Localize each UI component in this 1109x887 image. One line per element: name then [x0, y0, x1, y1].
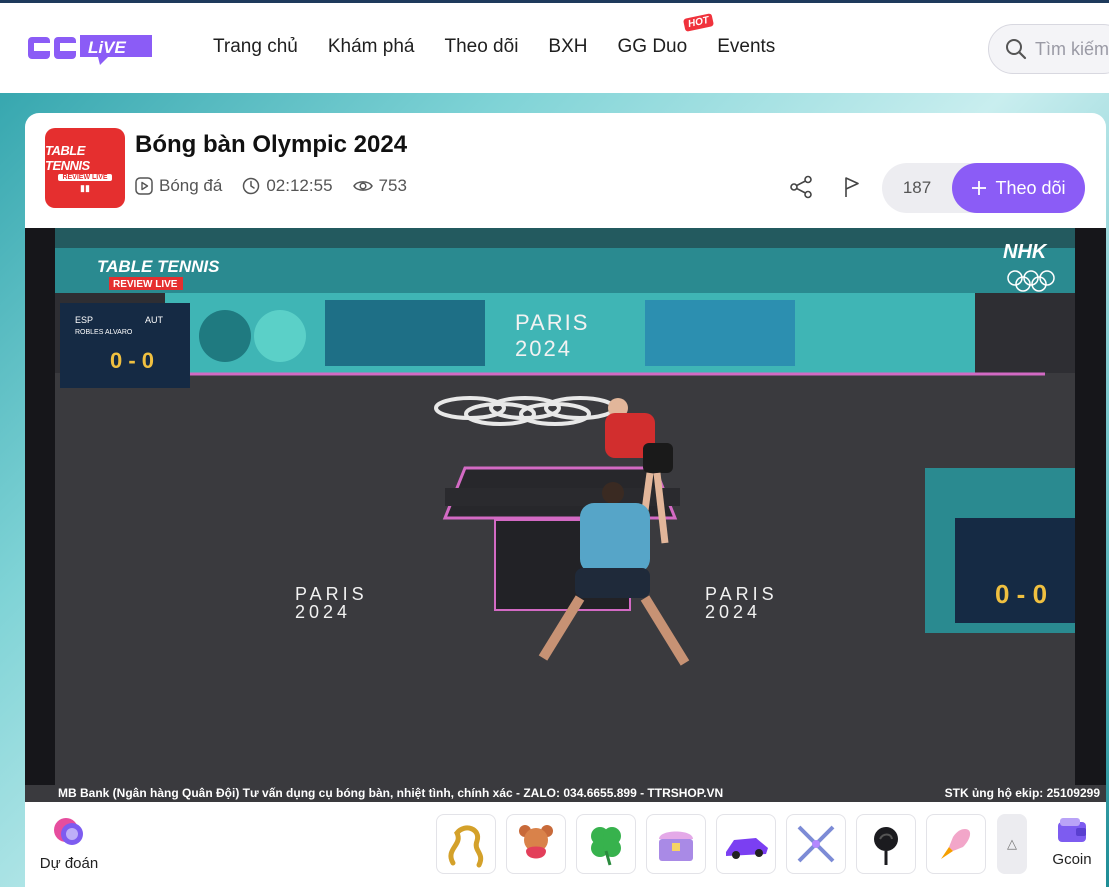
gift-sports-car[interactable] — [716, 814, 776, 874]
gcoin-label: Gcoin — [1052, 851, 1092, 868]
overlay-logo-sub: REVIEW LIVE — [113, 279, 178, 290]
channel-avatar[interactable]: TABLE TENNIS REVIEW LIVE ▮▮ — [45, 128, 125, 208]
rocket-icon — [941, 829, 971, 859]
main-nav: Trang chủ Khám phá Theo dõi BXH GG Duo H… — [213, 13, 775, 58]
black-rose-icon — [874, 827, 898, 865]
report-flag-icon[interactable] — [839, 174, 865, 200]
gglive-logo[interactable]: LiVE — [28, 31, 154, 67]
gift-dragon[interactable] — [436, 814, 496, 874]
ticker-right: STK ủng hộ ekip: 25109299 — [944, 786, 1100, 800]
stream-meta: Bóng đá 02:12:55 753 — [135, 176, 407, 196]
search-input[interactable] — [1035, 38, 1109, 60]
live-bars-icon: ▮▮ — [80, 182, 90, 193]
viewers-item: 753 — [352, 176, 407, 196]
ticker-left: MB Bank (Ngân hàng Quân Đội) Tư vấn dụng… — [58, 786, 724, 800]
follow-label: Theo dõi — [995, 177, 1066, 198]
nav-gg-duo[interactable]: GG Duo HOT — [617, 13, 714, 58]
channel-avatar-line1: TABLE TENNIS — [45, 142, 90, 173]
wallet-icon — [1058, 818, 1086, 842]
venue-text-banner: PARIS — [515, 310, 589, 335]
share-icon[interactable] — [788, 174, 814, 200]
venue-text-floor-left: PARIS — [295, 584, 368, 604]
nav-following[interactable]: Theo dõi — [444, 36, 518, 58]
nav-home[interactable]: Trang chủ — [213, 36, 298, 58]
crossed-swords-icon — [797, 825, 835, 863]
gift-clover[interactable] — [576, 814, 636, 874]
gift-list — [436, 814, 986, 874]
sports-car-icon — [726, 838, 768, 859]
nav-gg-duo-label: GG Duo — [617, 36, 688, 57]
category-label: Bóng đá — [159, 176, 223, 195]
play-square-icon — [135, 177, 153, 195]
teddy-bear-icon — [519, 825, 553, 859]
overlay-logo: TABLE TENNIS — [97, 257, 220, 276]
stream-title: Bóng bàn Olympic 2024 — [135, 131, 408, 158]
score-right-games: 0 - 0 — [995, 579, 1047, 609]
stream-panel: TABLE TENNIS REVIEW LIVE ▮▮ Bóng bàn Oly… — [25, 113, 1106, 887]
score-left-player: ROBLES ALVARO — [75, 329, 133, 336]
channel-avatar-line2: REVIEW LIVE — [58, 173, 112, 181]
broadcaster-logo: NHK — [1003, 241, 1048, 263]
duration-value: 02:12:55 — [266, 176, 333, 195]
category-item[interactable]: Bóng đá — [135, 176, 222, 196]
gift-crossed-swords[interactable] — [786, 814, 846, 874]
bottom-action-bar: Dự đoán △ Gcoin — [25, 802, 1106, 887]
hot-badge: HOT — [682, 13, 714, 32]
prediction-chip-icon — [54, 818, 83, 845]
venue-year-floor-left: 2024 — [295, 602, 351, 622]
follower-count: 187 — [902, 178, 932, 197]
sponsor-ticker: MB Bank (Ngân hàng Quân Đội) Tư vấn dụng… — [25, 785, 1106, 802]
more-gifts-button[interactable]: △ — [997, 814, 1027, 874]
predict-button[interactable]: Dự đoán — [37, 816, 101, 872]
venue-text-floor-right: PARIS — [705, 584, 778, 604]
gift-treasure-chest[interactable] — [646, 814, 706, 874]
clover-icon — [591, 827, 621, 866]
predict-label: Dự đoán — [39, 855, 99, 872]
nav-events[interactable]: Events — [717, 36, 775, 58]
follow-button[interactable]: Theo dõi — [952, 163, 1085, 213]
score-left-team: ESP — [75, 315, 93, 325]
venue-year-banner: 2024 — [515, 336, 572, 361]
venue-year-floor-right: 2024 — [705, 602, 761, 622]
duration-item: 02:12:55 — [242, 176, 333, 196]
site-header: LiVE Trang chủ Khám phá Theo dõi BXH GG … — [0, 3, 1109, 93]
svg-text:LiVE: LiVE — [88, 38, 126, 57]
viewers-count: 753 — [378, 176, 407, 195]
clock-icon — [243, 177, 260, 195]
nav-ranking[interactable]: BXH — [548, 36, 587, 58]
score-left-games: 0 - 0 — [110, 348, 154, 373]
follow-group: 187 Theo dõi — [882, 163, 1085, 213]
search-box[interactable] — [988, 24, 1109, 74]
eye-icon — [352, 181, 373, 191]
score-right-team: AUT — [145, 315, 164, 325]
nav-explore[interactable]: Khám phá — [328, 36, 415, 58]
dragon-icon — [448, 825, 484, 868]
chevron-up-icon: △ — [1007, 836, 1017, 851]
gift-black-rose[interactable] — [856, 814, 916, 874]
video-player[interactable]: PARIS 2024 PARIS 2024 PARIS 2024 0 - 0 E… — [25, 228, 1106, 802]
video-frame: PARIS 2024 PARIS 2024 PARIS 2024 0 - 0 E… — [25, 228, 1106, 785]
gcoin-button[interactable]: Gcoin — [1047, 816, 1097, 868]
gift-rocket[interactable] — [926, 814, 986, 874]
search-icon — [1006, 39, 1027, 60]
treasure-chest-icon — [659, 831, 693, 861]
gift-teddy-bear[interactable] — [506, 814, 566, 874]
plus-icon — [972, 181, 987, 195]
